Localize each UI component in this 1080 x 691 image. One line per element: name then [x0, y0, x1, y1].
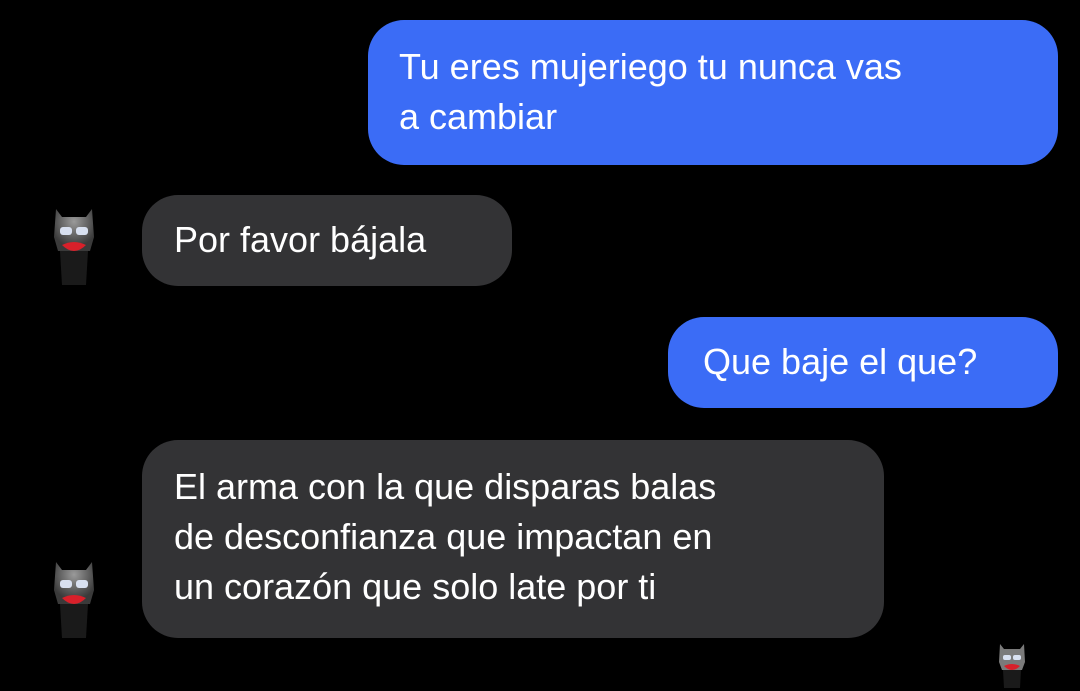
sent-message-bubble[interactable]: Que baje el que?: [668, 317, 1058, 408]
message-text-line: Que baje el que?: [703, 341, 978, 382]
message-text-line: Por favor bájala: [174, 219, 427, 260]
batman-mask-avatar-icon[interactable]: [52, 207, 96, 287]
message-text-line: un corazón que solo late por ti: [174, 566, 657, 607]
message-text-line: a cambiar: [399, 96, 558, 137]
message-text-line: Tu eres mujeriego tu nunca vas: [399, 46, 902, 87]
message-text-line: de desconfianza que impactan en: [174, 516, 713, 557]
sent-message-bubble[interactable]: Tu eres mujeriego tu nunca vas a cambiar: [368, 20, 1058, 165]
received-message-bubble[interactable]: El arma con la que disparas balas de des…: [142, 440, 884, 638]
message-text-line: El arma con la que disparas balas: [174, 466, 717, 507]
read-receipt-avatar-icon: [997, 642, 1027, 688]
batman-mask-avatar-icon[interactable]: [52, 560, 96, 640]
received-message-bubble[interactable]: Por favor bájala: [142, 195, 512, 286]
